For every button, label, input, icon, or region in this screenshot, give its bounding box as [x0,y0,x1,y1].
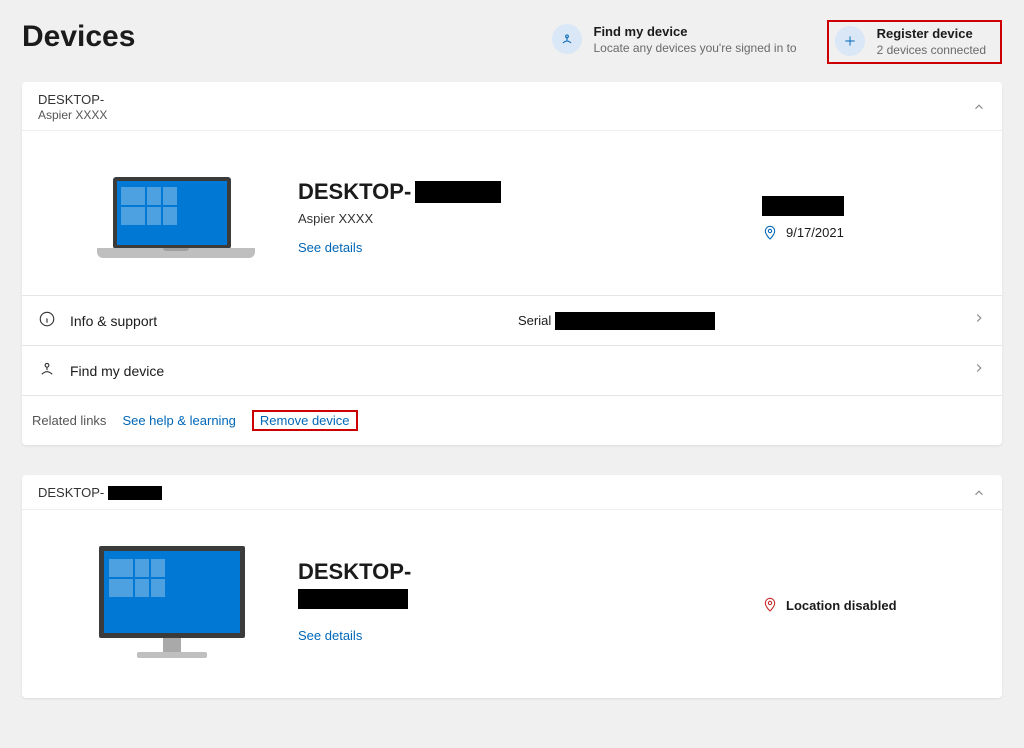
chevron-up-icon [972,486,986,500]
redacted [108,486,162,500]
device2-title: DESKTOP- [298,559,411,585]
redacted [298,589,408,609]
person-pin-icon [38,360,56,381]
find-device-label: Find my device [594,24,797,41]
chevron-up-icon [972,100,986,114]
location-pin-icon-red [762,597,778,613]
info-support-label: Info & support [70,313,157,329]
chevron-right-icon [972,311,986,330]
page-title: Devices [22,20,546,54]
device1-subtitle: Aspier XXXX [298,211,762,226]
device-card-1: DESKTOP- Aspier XXXX DESKTOP- [22,82,1002,445]
find-device-sub: Locate any devices you're signed in to [594,41,797,57]
register-device-sub: 2 devices connected [877,43,986,59]
see-details-link-2[interactable]: See details [298,628,362,643]
card1-head-line1: DESKTOP- [38,92,107,108]
device-card-1-header[interactable]: DESKTOP- Aspier XXXX [22,82,1002,130]
device1-date: 9/17/2021 [786,225,844,240]
card1-head-line2: Aspier XXXX [38,108,107,122]
info-icon [38,310,56,331]
serial-label: Serial [518,313,551,328]
redacted [762,196,844,216]
location-pin-icon [762,225,778,241]
card2-head-line1: DESKTOP- [38,485,104,501]
related-links-row: Related links See help & learning Remove… [22,395,1002,445]
device1-title: DESKTOP- [298,179,411,205]
location-disabled-label: Location disabled [786,598,897,613]
chevron-right-icon [972,361,986,380]
device-card-2: DESKTOP- DESKTOP- [22,475,1002,698]
plus-icon [835,26,865,56]
laptop-illustration [82,177,262,259]
find-device-row[interactable]: Find my device [22,345,1002,395]
related-links-label: Related links [32,413,106,428]
find-device-row-label: Find my device [70,363,164,379]
page-header: Devices Find my device Locate any device… [22,20,1002,64]
monitor-illustration [82,546,262,658]
redacted [415,181,501,203]
remove-device-link[interactable]: Remove device [252,410,358,431]
register-device-label: Register device [877,26,986,43]
find-my-device-button[interactable]: Find my device Locate any devices you're… [546,20,803,60]
find-device-icon [552,24,582,54]
info-support-row[interactable]: Info & support Serial [22,295,1002,345]
help-learning-link[interactable]: See help & learning [122,413,235,428]
redacted [555,312,715,330]
register-device-button[interactable]: Register device 2 devices connected [827,20,1002,64]
see-details-link-1[interactable]: See details [298,240,362,255]
device-card-2-header[interactable]: DESKTOP- [22,475,1002,509]
